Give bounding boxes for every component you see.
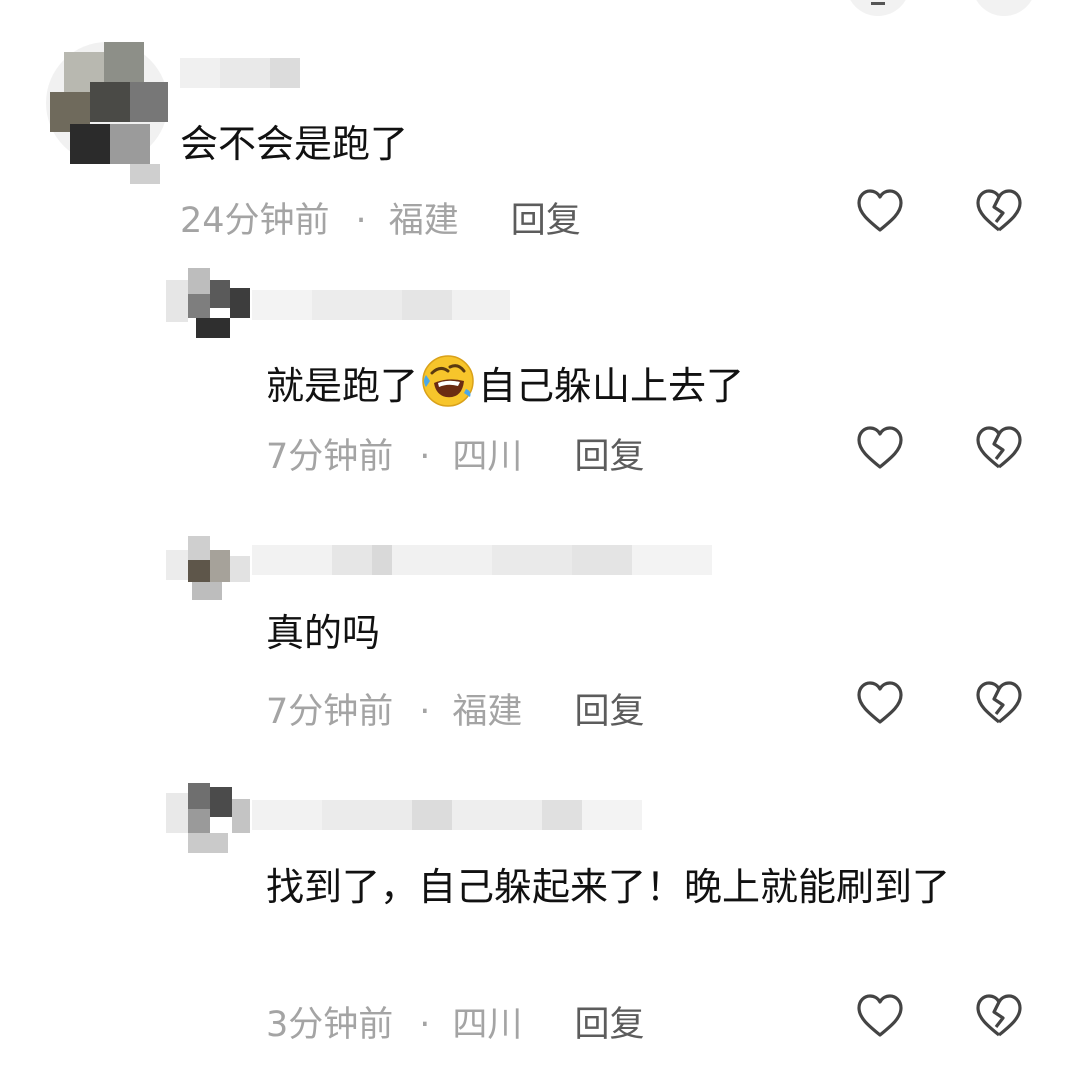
broken-heart-icon[interactable] [974,993,1024,1039]
comment-meta: 3分钟前 · 四川 回复 [266,996,644,1047]
reply-button[interactable]: 回复 [574,996,644,1047]
heart-outline-icon[interactable] [855,680,905,726]
meta-separator: · [355,201,367,241]
broken-heart-icon[interactable] [974,425,1024,471]
broken-heart-icon[interactable] [974,188,1024,234]
comment-text: 就是跑了 自己躲山上去了 [266,353,744,413]
username-blurred[interactable] [180,58,320,88]
comment-location: 福建 [452,692,523,732]
username-blurred[interactable] [252,545,712,575]
meta-separator: · [419,1005,431,1045]
username-blurred[interactable] [252,800,642,830]
comment-text: 会不会是跑了 [180,122,409,166]
comment-meta: 7分钟前 · 四川 回复 [266,428,644,479]
reply-button[interactable]: 回复 [574,683,644,734]
comment-time: 24分钟前 [180,201,330,241]
heart-outline-icon[interactable] [855,188,905,234]
heart-outline-icon[interactable] [855,993,905,1039]
avatar[interactable] [166,536,250,600]
comment-time: 3分钟前 [266,1005,394,1045]
reply-button[interactable]: 回复 [511,192,581,243]
avatar[interactable] [166,268,250,338]
comment-meta: 24分钟前 · 福建 回复 [180,192,581,243]
username-blurred[interactable] [252,290,510,320]
broken-heart-icon[interactable] [974,680,1024,726]
top-action-button-2[interactable] [972,0,1036,16]
comment-text: 真的吗 [266,611,381,655]
comment-time: 7分钟前 [266,692,394,732]
comment-location: 四川 [452,437,523,477]
top-action-button-1[interactable] [846,0,910,16]
meta-separator: · [419,437,431,477]
reply-button[interactable]: 回复 [574,428,644,479]
rolling-on-floor-laughing-emoji [422,355,474,407]
avatar[interactable] [166,783,250,853]
comment-text-part: 自己躲山上去了 [478,364,745,408]
comment-text: 找到了，自己躲起来了！晚上就能刷到了 [266,865,951,909]
comment-text-part: 就是跑了 [266,364,419,408]
comment-location: 四川 [452,1005,523,1045]
comment-time: 7分钟前 [266,437,394,477]
heart-outline-icon[interactable] [855,425,905,471]
comment-location: 福建 [388,201,459,241]
avatar[interactable] [46,42,168,184]
top-action-mark [871,2,885,5]
comment-meta: 7分钟前 · 福建 回复 [266,683,644,734]
meta-separator: · [419,692,431,732]
